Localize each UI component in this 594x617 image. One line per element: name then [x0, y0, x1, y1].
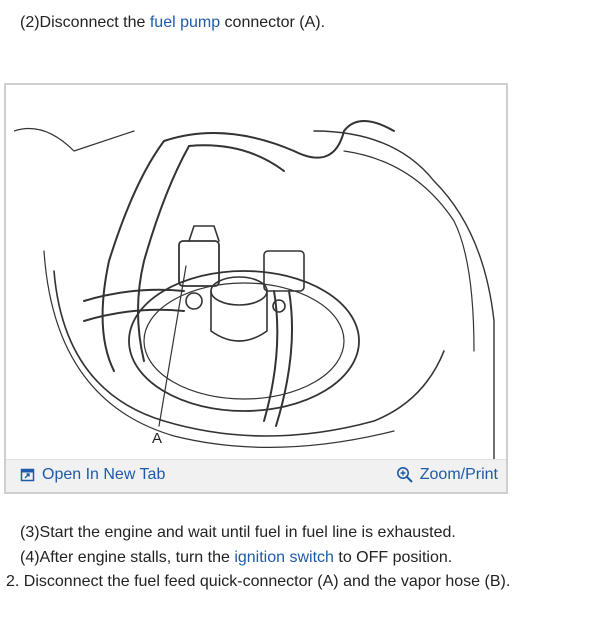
step-text: 2. Disconnect the fuel feed quick-connec… [6, 573, 511, 590]
step-disconnect-quick-connector: 2. Disconnect the fuel feed quick-connec… [6, 572, 510, 592]
fuel-pump-diagram: A [14, 120, 495, 461]
open-in-new-tab-icon [20, 468, 35, 482]
step-text: (2)Disconnect the [20, 14, 150, 31]
ignition-switch-link[interactable]: ignition switch [234, 549, 334, 566]
step-ignition-off: (4)After engine stalls, turn the ignitio… [20, 548, 452, 568]
open-in-new-tab-button[interactable]: Open In New Tab [20, 466, 165, 484]
magnifier-plus-icon [396, 467, 413, 483]
fuel-pump-link[interactable]: fuel pump [150, 14, 220, 31]
step-text: to OFF position. [333, 549, 453, 566]
figure-toolbar: Open In New Tab Zoom/Print [6, 459, 506, 492]
open-in-new-tab-label: Open In New Tab [42, 466, 166, 483]
step-start-engine: (3)Start the engine and wait until fuel … [20, 523, 456, 543]
step-text: connector (A). [220, 14, 326, 31]
zoom-print-label: Zoom/Print [419, 466, 498, 483]
step-disconnect-fuel-pump: (2)Disconnect the fuel pump connector (A… [20, 13, 325, 33]
callout-a-label: A [152, 430, 162, 447]
step-text: (3)Start the engine and wait until fuel … [20, 524, 456, 541]
figure-panel: A Open In New Tab Zoom/Print [4, 83, 508, 494]
zoom-print-button[interactable]: Zoom/Print [396, 466, 498, 484]
step-text: (4)After engine stalls, turn the [20, 549, 235, 566]
